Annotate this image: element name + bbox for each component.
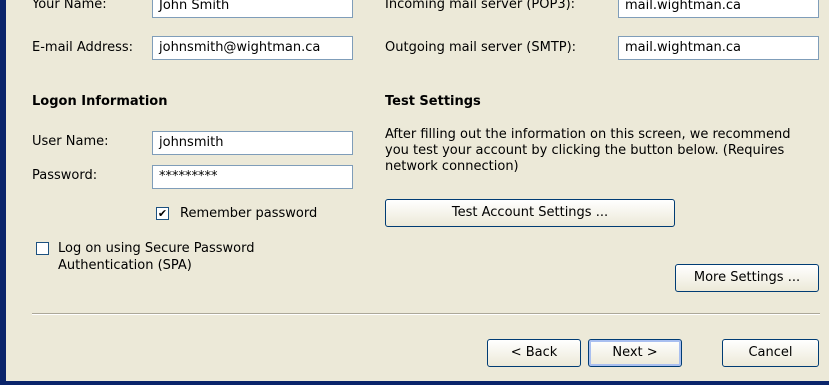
more-settings-button[interactable]: More Settings ... <box>675 264 819 292</box>
password-label: Password: <box>32 168 98 183</box>
spa-checkbox[interactable] <box>36 242 49 255</box>
test-settings-heading: Test Settings <box>385 94 481 109</box>
outgoing-server-field[interactable]: mail.wightman.ca <box>618 36 819 60</box>
logon-info-heading: Logon Information <box>32 94 168 109</box>
test-account-settings-button[interactable]: Test Account Settings ... <box>385 199 675 227</box>
email-field[interactable]: johnsmith@wightman.ca <box>152 36 353 60</box>
cancel-button[interactable]: Cancel <box>722 339 819 367</box>
password-field[interactable]: ********* <box>152 165 353 189</box>
separator-highlight <box>32 314 820 315</box>
incoming-server-field[interactable]: mail.wightman.ca <box>618 0 819 18</box>
your-name-label: Your Name: <box>32 0 107 12</box>
window-frame-bottom <box>0 381 829 385</box>
your-name-field[interactable]: John Smith <box>152 0 353 18</box>
incoming-server-label: Incoming mail server (POP3): <box>385 0 576 12</box>
back-button[interactable]: < Back <box>487 339 581 367</box>
username-label: User Name: <box>32 134 109 149</box>
window-frame-left <box>0 0 6 385</box>
spa-label-line2[interactable]: Authentication (SPA) <box>58 258 192 274</box>
username-field[interactable]: johnsmith <box>152 131 353 155</box>
remember-password-label[interactable]: Remember password <box>180 206 317 222</box>
checkmark-icon: ✔ <box>157 207 168 220</box>
next-button[interactable]: Next > <box>588 339 682 367</box>
spa-label-line1[interactable]: Log on using Secure Password <box>58 241 254 257</box>
test-settings-description: After filling out the information on thi… <box>385 127 791 174</box>
remember-password-checkbox[interactable]: ✔ <box>156 207 169 220</box>
email-label: E-mail Address: <box>32 40 134 55</box>
outgoing-server-label: Outgoing mail server (SMTP): <box>385 40 577 55</box>
